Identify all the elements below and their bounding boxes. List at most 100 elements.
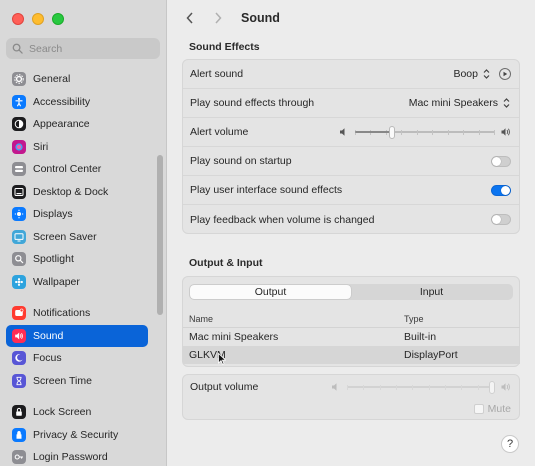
output-input-heading: Output & Input: [189, 257, 263, 269]
login-password-icon: [12, 450, 26, 465]
sidebar-item-label: Desktop & Dock: [33, 185, 109, 198]
play-through-row: Play sound effects through Mac mini Spea…: [183, 89, 519, 118]
up-down-chevron-icon: [483, 69, 490, 79]
alert-sound-label: Alert sound: [190, 68, 244, 80]
output-volume-slider[interactable]: [347, 381, 495, 394]
sidebar-item-focus[interactable]: Focus: [6, 347, 148, 370]
help-button[interactable]: ?: [501, 435, 519, 453]
sidebar-item-label: Spotlight: [33, 253, 74, 266]
sidebar-item-sound[interactable]: Sound: [6, 324, 148, 347]
page-title: Sound: [241, 11, 280, 25]
tab-output[interactable]: Output: [190, 285, 351, 299]
lock-screen-icon: [12, 405, 26, 420]
sidebar: Search General Accessibility Appearance Sir…: [0, 0, 167, 466]
sound-effects-heading: Sound Effects: [189, 41, 260, 53]
ui-sounds-toggle[interactable]: [491, 184, 511, 196]
column-header-type[interactable]: Type: [398, 314, 424, 324]
startup-sound-controls: [491, 155, 511, 167]
screen-time-icon: [12, 373, 26, 388]
sidebar-item-screen-time[interactable]: Screen Time: [6, 370, 148, 393]
gear-icon: [12, 72, 26, 87]
sidebar-item-accessibility[interactable]: Accessibility: [6, 91, 148, 114]
sidebar-item-siri[interactable]: Siri: [6, 136, 148, 159]
checkbox-box: [473, 404, 484, 414]
notifications-icon: [12, 306, 26, 321]
play-icon: [503, 71, 508, 77]
output-volume-controls: [331, 381, 511, 394]
mute-label: Mute: [487, 403, 511, 415]
ui-sounds-controls: [491, 184, 511, 196]
sidebar-item-appearance[interactable]: Appearance: [6, 113, 148, 136]
control-center-icon: [12, 162, 26, 177]
accessibility-icon: [12, 94, 26, 109]
sidebar-item-displays[interactable]: Displays: [6, 203, 148, 226]
output-volume-label: Output volume: [190, 381, 259, 393]
table-row[interactable]: Mac mini Speakers Built-in: [183, 328, 520, 346]
sidebar-item-label: Accessibility: [33, 95, 91, 108]
alert-volume-controls: [339, 126, 511, 139]
feedback-row: Play feedback when volume is changed: [183, 205, 519, 234]
sidebar-item-general[interactable]: General: [6, 68, 148, 91]
mute-checkbox[interactable]: Mute: [473, 403, 511, 415]
forward-button[interactable]: [211, 11, 225, 25]
output-volume-group: Output volume Mute: [182, 374, 520, 420]
sidebar-item-label: Sound: [33, 329, 64, 342]
sidebar-item-login-password[interactable]: Login Password: [6, 446, 148, 466]
alert-sound-popup[interactable]: Boop: [453, 68, 478, 80]
sidebar-item-privacy-and-security[interactable]: Privacy & Security: [6, 424, 148, 447]
alert-volume-row: Alert volume: [183, 118, 519, 147]
sound-icon: [12, 328, 26, 343]
sidebar-item-notifications[interactable]: Notifications: [6, 302, 148, 325]
sidebar-item-label: Privacy & Security: [33, 428, 119, 441]
dock-icon: [12, 184, 26, 199]
play-through-label: Play sound effects through: [190, 97, 315, 109]
slider-knob[interactable]: [388, 126, 395, 139]
device-name: GLKVM: [189, 349, 226, 361]
ui-sounds-row: Play user interface sound effects: [183, 176, 519, 205]
sidebar-item-label: Wallpaper: [33, 275, 80, 288]
sidebar-item-label: Siri: [33, 140, 49, 153]
startup-sound-row: Play sound on startup: [183, 147, 519, 176]
sidebar-scrollbar[interactable]: [157, 155, 163, 315]
sidebar-item-wallpaper[interactable]: Wallpaper: [6, 271, 148, 294]
displays-icon: [12, 207, 26, 222]
sidebar-item-lock-screen[interactable]: Lock Screen: [6, 401, 148, 424]
search-field[interactable]: Search: [6, 38, 160, 59]
speaker-low-icon: [340, 128, 345, 136]
minimize-button[interactable]: [32, 13, 44, 25]
slider-knob[interactable]: [489, 381, 495, 394]
close-button[interactable]: [12, 13, 24, 25]
up-down-chevron-icon: [503, 98, 510, 108]
column-header-name[interactable]: Name: [183, 314, 398, 324]
sidebar-item-desktop-and-dock[interactable]: Desktop & Dock: [6, 181, 148, 204]
sidebar-item-spotlight[interactable]: Spotlight: [6, 248, 148, 271]
system-settings-window: Search General Accessibility Appearance Sir…: [0, 0, 535, 466]
sound-effects-group: Alert sound Boop Play sound effects thro…: [182, 59, 520, 234]
sidebar-item-screen-saver[interactable]: Screen Saver: [6, 226, 148, 249]
sidebar-item-control-center[interactable]: Control Center: [6, 158, 148, 181]
mute-row: Mute: [183, 399, 519, 419]
focus-icon: [12, 351, 26, 366]
mouse-pointer-icon: [218, 353, 226, 365]
search-placeholder: Search: [29, 42, 63, 55]
feedback-toggle[interactable]: [491, 214, 511, 225]
zoom-button[interactable]: [52, 13, 64, 25]
device-table: Name Type Mac mini Speakers Built-in GLK…: [183, 310, 520, 364]
wallpaper-icon: [12, 274, 26, 289]
device-type: DisplayPort: [404, 349, 458, 361]
screen-saver-icon: [12, 229, 26, 244]
play-alert-button[interactable]: [499, 68, 511, 80]
alert-volume-slider[interactable]: [355, 126, 495, 139]
table-row[interactable]: GLKVM DisplayPort: [183, 346, 520, 364]
startup-sound-toggle[interactable]: [491, 155, 511, 167]
play-through-popup[interactable]: Mac mini Speakers: [409, 97, 498, 109]
chevron-right-icon: [215, 12, 222, 24]
siri-icon: [12, 139, 26, 154]
feedback-label: Play feedback when volume is changed: [190, 213, 375, 226]
tab-input[interactable]: Input: [351, 285, 512, 299]
back-button[interactable]: [183, 11, 197, 25]
main-pane: Sound Sound Effects Alert sound Boop Pla…: [167, 0, 535, 466]
mute-controls: Mute: [473, 403, 511, 415]
